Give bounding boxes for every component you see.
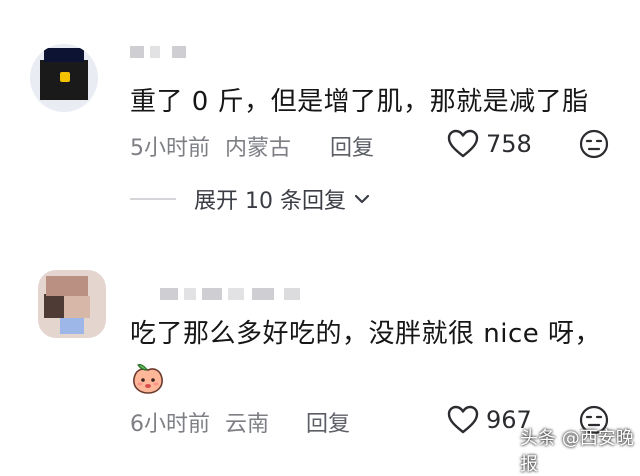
- comment-location: 云南: [225, 412, 270, 437]
- heart-icon: [447, 129, 479, 158]
- avatar-badge: [60, 72, 70, 82]
- like-count: 758: [486, 130, 532, 158]
- comment-text: 重了 0 斤，但是增了肌，那就是减了脂: [130, 87, 589, 117]
- like-button[interactable]: 967: [446, 405, 532, 435]
- expand-replies-label: 展开 10 条回复: [194, 189, 346, 214]
- chevron-down-icon: [354, 194, 370, 204]
- comment-time: 5小时前: [130, 136, 210, 161]
- comment-text: 吃了那么多好吃的，没胖就很 nice 呀，: [130, 319, 602, 349]
- username-blurred[interactable]: [130, 46, 190, 58]
- expand-replies-button[interactable]: 展开 10 条回复: [130, 183, 370, 215]
- like-button[interactable]: 758: [446, 129, 532, 159]
- avatar[interactable]: [30, 44, 98, 112]
- comment-location: 内蒙古: [225, 136, 292, 161]
- dislike-face-icon[interactable]: [578, 128, 610, 160]
- avatar[interactable]: [38, 270, 106, 338]
- comment-time: 6小时前: [130, 412, 210, 437]
- divider-line: [130, 198, 176, 200]
- comment-meta: 6小时前 云南: [130, 406, 269, 438]
- peach-emoji-icon: [133, 364, 163, 394]
- username-blurred[interactable]: [160, 288, 300, 300]
- reply-button[interactable]: 回复: [330, 130, 374, 162]
- comment-meta: 5小时前 内蒙古: [130, 130, 291, 162]
- watermark: 头条 @西安晚报: [520, 428, 634, 475]
- reply-button[interactable]: 回复: [306, 406, 350, 438]
- heart-icon: [447, 405, 479, 434]
